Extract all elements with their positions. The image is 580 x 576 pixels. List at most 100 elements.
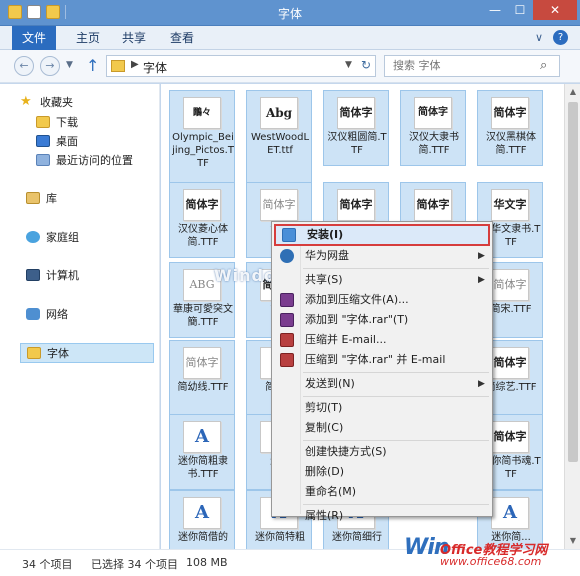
file-name: 汉仪粗圆简.TTF: [327, 132, 387, 156]
search-box[interactable]: ⌕: [384, 55, 560, 77]
file-tile[interactable]: 简体字 汉仪黑棋体简.TTF: [477, 90, 543, 166]
nav-item-label: 库: [46, 192, 57, 205]
nav-item-fonts[interactable]: 字体: [20, 343, 154, 363]
close-button[interactable]: ✕: [533, 0, 577, 20]
title-bar: 字体 — ☐ ✕: [0, 0, 580, 26]
context-menu: 安装(I) 华为网盘 ▶ 共享(S) ▶ 添加到压缩文件(A)... 添加到 "…: [271, 221, 493, 522]
nav-item-favorites[interactable]: ★ 收藏夹: [20, 92, 178, 112]
library-icon: [26, 192, 40, 204]
expand-ribbon-icon[interactable]: ∨: [535, 31, 543, 44]
menu-separator: [303, 440, 489, 441]
file-name: 汉仪菱心体简.TTF: [178, 224, 228, 248]
selected-count: 已选择 34 个项目: [91, 558, 178, 571]
vertical-scrollbar[interactable]: ▲ ▼: [564, 84, 580, 549]
scrollbar-thumb[interactable]: [568, 102, 578, 462]
file-name: Olympic_Beijing_Pictos.TTF: [172, 132, 234, 169]
maximize-button[interactable]: ☐: [508, 0, 532, 20]
file-tile[interactable]: A 迷你简粗隶书.TTF: [169, 414, 235, 490]
file-tile[interactable]: 鷳々 Olympic_Beijing_Pictos.TTF: [169, 90, 235, 186]
menu-item-label: 发送到(N): [305, 377, 355, 390]
font-preview: A: [183, 421, 221, 453]
font-preview: 简体字: [260, 189, 298, 221]
nav-item-label: 桌面: [56, 135, 78, 148]
item-count: 34 个项目: [22, 558, 73, 571]
up-arrow-icon[interactable]: ↑: [86, 56, 99, 75]
menu-item-label: 华为网盘: [305, 249, 349, 262]
menu-item-add-to-archive[interactable]: 添加到压缩文件(A)...: [274, 290, 490, 310]
menu-item-share[interactable]: 共享(S) ▶: [274, 270, 490, 290]
homegroup-icon: [26, 231, 40, 243]
menu-item-compress-email[interactable]: 压缩并 E-mail...: [274, 330, 490, 350]
file-name: 汉仪大隶书简.TTF: [409, 132, 459, 156]
breadcrumb-fonts[interactable]: 字体: [143, 59, 167, 76]
navigation-pane: ★ 收藏夹 下载 桌面 最近访问的位置 库 家庭组 计算机 网络 字体: [0, 84, 160, 549]
menu-item-install[interactable]: 安装(I): [274, 224, 490, 246]
tab-share[interactable]: 共享: [116, 26, 152, 50]
font-preview: 简体字: [491, 421, 529, 453]
menu-item-delete[interactable]: 删除(D): [274, 462, 490, 482]
address-field[interactable]: ▶ 字体 ▼ ↻: [106, 55, 376, 77]
nav-item-label: 网络: [46, 308, 68, 321]
nav-item-label: 字体: [47, 347, 69, 360]
file-name: 迷你简特粗: [255, 532, 305, 543]
menu-item-compress-rar-email[interactable]: 压缩到 "字体.rar" 并 E-mail: [274, 350, 490, 370]
refresh-icon[interactable]: ↻: [361, 58, 371, 72]
menu-item-copy[interactable]: 复制(C): [274, 418, 490, 438]
font-preview: 简体字: [414, 97, 452, 129]
folder-icon: [111, 60, 125, 72]
file-tile[interactable]: 简体字 汉仪大隶书简.TTF: [400, 90, 466, 166]
submenu-arrow-icon: ▶: [478, 379, 485, 389]
selected-size: 108 MB: [186, 556, 228, 569]
file-tile[interactable]: 简体字 汉仪菱心体简.TTF: [169, 182, 235, 258]
breadcrumb-separator-icon[interactable]: ▶: [131, 59, 139, 70]
font-preview: 简体字: [491, 347, 529, 379]
watermark-logo: Win Office教程学习网 www.office68.com: [404, 533, 578, 573]
tab-file[interactable]: 文件: [12, 26, 56, 50]
network-icon: [26, 308, 40, 320]
menu-item-label: 压缩到 "字体.rar" 并 E-mail: [305, 353, 446, 366]
file-tile[interactable]: A 迷你简借的: [169, 490, 235, 549]
menu-item-send-to[interactable]: 发送到(N) ▶: [274, 374, 490, 394]
address-dropdown-icon[interactable]: ▼: [345, 60, 352, 70]
menu-separator: [303, 372, 489, 373]
help-icon[interactable]: ?: [553, 30, 568, 45]
nav-item-label: 计算机: [46, 269, 79, 282]
font-preview: 华文字: [491, 189, 529, 221]
star-icon: ★: [20, 94, 32, 109]
watermark-url: www.office68.com: [440, 555, 542, 568]
winrar-icon: [280, 333, 294, 347]
huawei-cloud-icon: [280, 249, 294, 263]
menu-item-label: 删除(D): [305, 465, 345, 478]
menu-item-label: 添加到压缩文件(A)...: [305, 293, 409, 306]
tab-home[interactable]: 主页: [70, 26, 106, 50]
menu-item-add-to-rar[interactable]: 添加到 "字体.rar"(T): [274, 310, 490, 330]
file-tile[interactable]: 简体字 汉仪粗圆简.TTF: [323, 90, 389, 166]
address-bar-row: ← → ▼ ↑ ▶ 字体 ▼ ↻ ⌕: [0, 50, 580, 83]
menu-item-label: 剪切(T): [305, 401, 343, 414]
menu-item-label: 压缩并 E-mail...: [305, 333, 387, 346]
menu-item-cut[interactable]: 剪切(T): [274, 398, 490, 418]
winrar-icon: [280, 293, 294, 307]
nav-item-label: 最近访问的位置: [56, 154, 133, 167]
font-preview: 简体字: [337, 97, 375, 129]
file-tile[interactable]: Abg WestWoodLET.ttf: [246, 90, 312, 186]
menu-item-properties[interactable]: 属性(R): [274, 496, 490, 522]
font-preview: A: [491, 497, 529, 529]
search-icon[interactable]: ⌕: [540, 58, 547, 73]
back-button[interactable]: ←: [14, 56, 34, 76]
menu-item-create-shortcut[interactable]: 创建快捷方式(S): [274, 442, 490, 462]
scroll-up-icon[interactable]: ▲: [567, 87, 579, 96]
menu-item-huawei-cloud[interactable]: 华为网盘 ▶: [274, 246, 490, 266]
font-preview: 鷳々: [183, 97, 221, 129]
tab-view[interactable]: 查看: [164, 26, 200, 50]
submenu-arrow-icon: ▶: [478, 275, 485, 285]
font-preview: 简体字: [183, 189, 221, 221]
search-input[interactable]: [393, 59, 533, 72]
font-preview: A: [183, 497, 221, 529]
minimize-button[interactable]: —: [483, 0, 507, 20]
recent-locations-dropdown-icon[interactable]: ▼: [66, 60, 73, 70]
winrar-icon: [280, 313, 294, 327]
file-tile[interactable]: 简体字 简幼线.TTF: [169, 340, 235, 416]
menu-item-label: 复制(C): [305, 421, 344, 434]
forward-button[interactable]: →: [40, 56, 60, 76]
